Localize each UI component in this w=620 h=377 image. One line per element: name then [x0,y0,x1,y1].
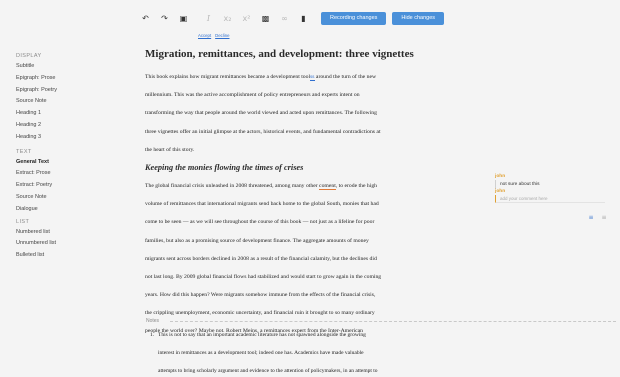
accept-change-link[interactable]: Accept [198,33,211,38]
save-comment-icon[interactable]: ≡ [586,214,596,222]
note-text: This is not to say that an important aca… [158,332,366,338]
style-numbered-list[interactable]: Numbered list [16,227,116,239]
undo-icon[interactable]: ↶ [138,11,153,26]
paragraph-line: volume of remittances that international… [145,201,379,208]
subscript-icon[interactable]: x₂ [220,11,235,26]
style-unnumbered-list[interactable]: Unnumbered list [16,238,116,250]
commented-word[interactable]: coment [319,182,336,190]
text-span: , to erode the high [335,182,378,189]
notes-separator: Notes [146,317,616,325]
style-sidebar: DISPLAY Subtitle Epigraph: Prose Epigrap… [16,52,116,262]
image-icon[interactable]: ▩ [258,11,273,26]
note-line: attempts to bring scholarly argument and… [158,368,378,374]
decline-change-link[interactable]: Decline [215,33,229,38]
comment-actions: ≡ ≡ [583,214,609,222]
editor-toolbar: ↶ ↷ ▣ I x₂ x² ▩ ∞ ▮ Recording changes Hi… [138,10,445,26]
document-body[interactable]: Migration, remittances, and development:… [145,46,465,341]
style-extract-prose[interactable]: Extract: Prose [16,168,116,180]
comment-thread: john not sure about this john add your c… [495,174,610,203]
style-general-text[interactable]: General Text [16,157,116,169]
link-icon[interactable]: ∞ [277,11,292,26]
chapter-title: Migration, remittances, and development:… [145,48,414,60]
style-text-source-note[interactable]: Source Note [16,192,116,204]
note-number: 1. [150,332,155,338]
hide-changes-button[interactable]: Hide changes [392,11,445,25]
paragraph-line: years. How did this happen? Were migrant… [145,292,376,299]
section-heading: Keeping the monies flowing the times of … [145,162,304,172]
paragraph-line: millennium. This was the active accompli… [145,92,360,99]
style-epigraph-poetry[interactable]: Epigraph: Poetry [16,85,116,97]
style-subtitle[interactable]: Subtitle [16,61,116,73]
paragraph-line: not last long. By 2009 global financial … [145,273,382,280]
redo-icon[interactable]: ↷ [157,11,172,26]
comment-text: not sure about this [495,180,610,189]
paragraph-line: migrants sent across borders declined in… [145,255,377,262]
list-section-heading: LIST [16,218,30,225]
display-section-heading: DISPLAY [16,53,42,59]
paragraph-line: The global financial crisis unleashed in… [145,177,465,195]
style-heading-3[interactable]: Heading 3 [16,132,116,144]
save-icon[interactable]: ▣ [176,11,191,26]
style-bulleted-list[interactable]: Bulleted list [16,250,116,262]
paragraph-line: This book explains how migrant remittanc… [145,68,465,86]
style-extract-poetry[interactable]: Extract: Poetry [16,180,116,192]
comment-reply-input[interactable]: add your comment here [495,195,605,203]
paragraph-line: transforming the way that people around … [145,110,377,117]
paragraph-line: come to be seen — as we will see through… [145,219,375,226]
italic-icon[interactable]: I [201,11,216,26]
style-heading-2[interactable]: Heading 2 [16,120,116,132]
paragraph-line: the heart of this story. [145,146,195,153]
text-section-heading: TEXT [16,148,32,155]
track-change-actions: Accept Decline [198,33,233,38]
notes-label: Notes [146,318,160,324]
text-span: This book explains how migrant remittanc… [145,74,311,80]
paragraph-line: three vignettes offer an initial glimpse… [145,128,381,135]
superscript-icon[interactable]: x² [239,11,254,26]
note-line: interest in remittances as a development… [158,350,364,356]
paragraph-line: families, but also as a promising source… [145,237,369,244]
style-source-note[interactable]: Source Note [16,96,116,108]
text-span: around the turn of the new [314,74,377,80]
recording-changes-button[interactable]: Recording changes [321,11,387,25]
style-heading-1[interactable]: Heading 1 [16,108,116,120]
style-epigraph-prose[interactable]: Epigraph: Prose [16,73,116,85]
cancel-comment-icon[interactable]: ≡ [599,214,609,222]
style-dialogue[interactable]: Dialogue [16,204,116,216]
note-line: 1. This is not to say that an important a… [150,326,470,344]
text-span: The global financial crisis unleashed in… [145,182,320,189]
bookmark-icon[interactable]: ▮ [296,11,311,26]
notes-divider [170,321,616,322]
notes-body[interactable]: 1. This is not to say that an important a… [150,326,470,377]
